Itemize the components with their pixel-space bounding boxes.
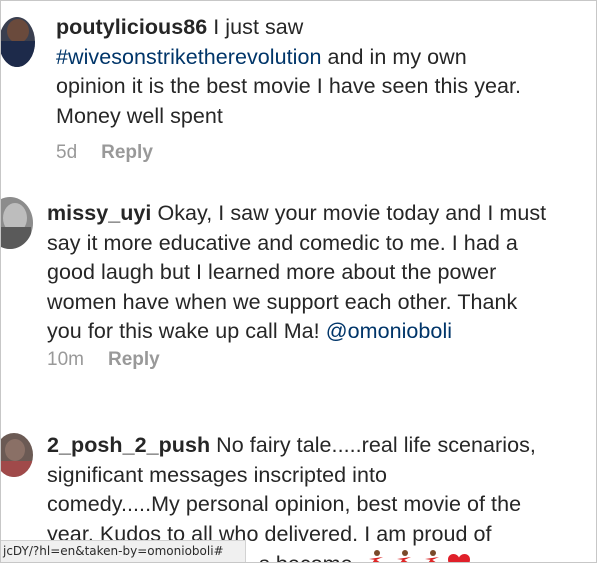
browser-status-bar: jcDY/?hl=en&taken-by=omonioboli# [1,540,246,562]
comment-username[interactable]: poutylicious86 [56,15,207,39]
comment-text: poutylicious86 I just saw #wivesonstrike… [56,15,522,128]
comment-time: 10m [47,349,84,370]
dancer-emoji [363,549,387,562]
red-heart-emoji [447,553,471,562]
avatar[interactable] [1,433,33,477]
reply-button[interactable]: Reply [101,142,153,163]
comment-time: 5d [56,142,78,163]
dancer-emoji [391,549,415,562]
comment-username[interactable]: 2_posh_2_push [47,433,210,457]
comment-meta: 10m Reply [47,349,160,371]
comment-text: missy_uyi Okay, I saw your movie today a… [47,201,547,343]
hashtag-link[interactable]: #wivesonstriketherevolution [56,45,321,69]
comment-meta: 5d Reply [56,142,153,164]
reply-button[interactable]: Reply [108,349,160,370]
avatar[interactable] [1,17,35,67]
mention-link[interactable]: @omonioboli [326,319,452,343]
avatar[interactable] [1,197,33,249]
comment-username[interactable]: missy_uyi [47,201,151,225]
dancer-emoji [419,549,443,562]
comments-panel: poutylicious86 I just saw #wivesonstrike… [0,0,597,563]
